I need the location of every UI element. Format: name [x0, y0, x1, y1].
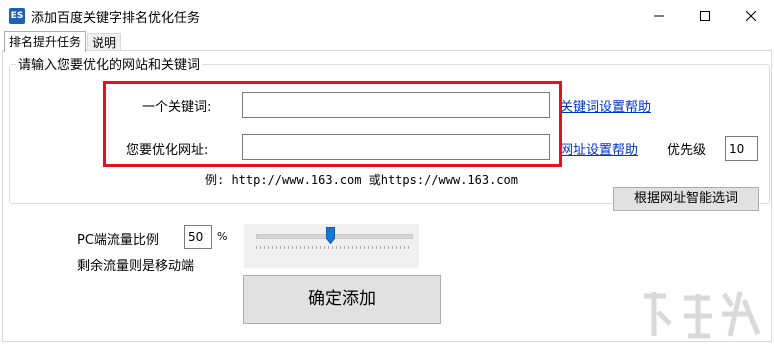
- tab-ranking-task[interactable]: 排名提升任务: [4, 31, 87, 52]
- maximize-icon: [700, 10, 710, 21]
- title-bar: ES 添加百度关键字排名优化任务: [0, 0, 774, 31]
- minimize-button[interactable]: [636, 0, 682, 31]
- percent-sign: %: [217, 230, 228, 243]
- pc-traffic-label: PC端流量比例: [77, 233, 159, 248]
- traffic-slider[interactable]: [244, 224, 419, 268]
- priority-label: 优先级: [667, 143, 707, 158]
- url-example-text: 例: http://www.163.com 或https://www.163.c…: [205, 173, 518, 187]
- slider-thumb[interactable]: [326, 227, 335, 244]
- tab-strip: 排名提升任务 说明: [0, 31, 774, 52]
- app-icon-text: ES: [10, 11, 24, 21]
- minimize-icon: [654, 15, 664, 16]
- tab-instructions[interactable]: 说明: [87, 33, 122, 51]
- app-icon: ES: [9, 8, 25, 24]
- close-icon: [746, 10, 756, 21]
- groupbox-legend: 请输入您要优化的网站和关键词: [16, 54, 203, 73]
- maximize-button[interactable]: [682, 0, 728, 31]
- pc-traffic-input[interactable]: [184, 225, 212, 249]
- keyword-help-link[interactable]: 关键词设置帮助: [560, 96, 651, 115]
- url-help-link[interactable]: 网址设置帮助: [560, 139, 638, 158]
- watermark-logo-icon: [644, 291, 761, 339]
- close-button[interactable]: [728, 0, 774, 31]
- slider-ticks: [256, 246, 411, 249]
- smart-keyword-button[interactable]: 根据网址智能选词: [613, 187, 759, 211]
- confirm-add-button[interactable]: 确定添加: [243, 275, 441, 324]
- mobile-traffic-note: 剩余流量则是移动端: [77, 259, 195, 274]
- priority-input[interactable]: [725, 136, 758, 161]
- highlight-frame: [103, 81, 562, 167]
- window-title: 添加百度关键字排名优化任务: [31, 11, 201, 26]
